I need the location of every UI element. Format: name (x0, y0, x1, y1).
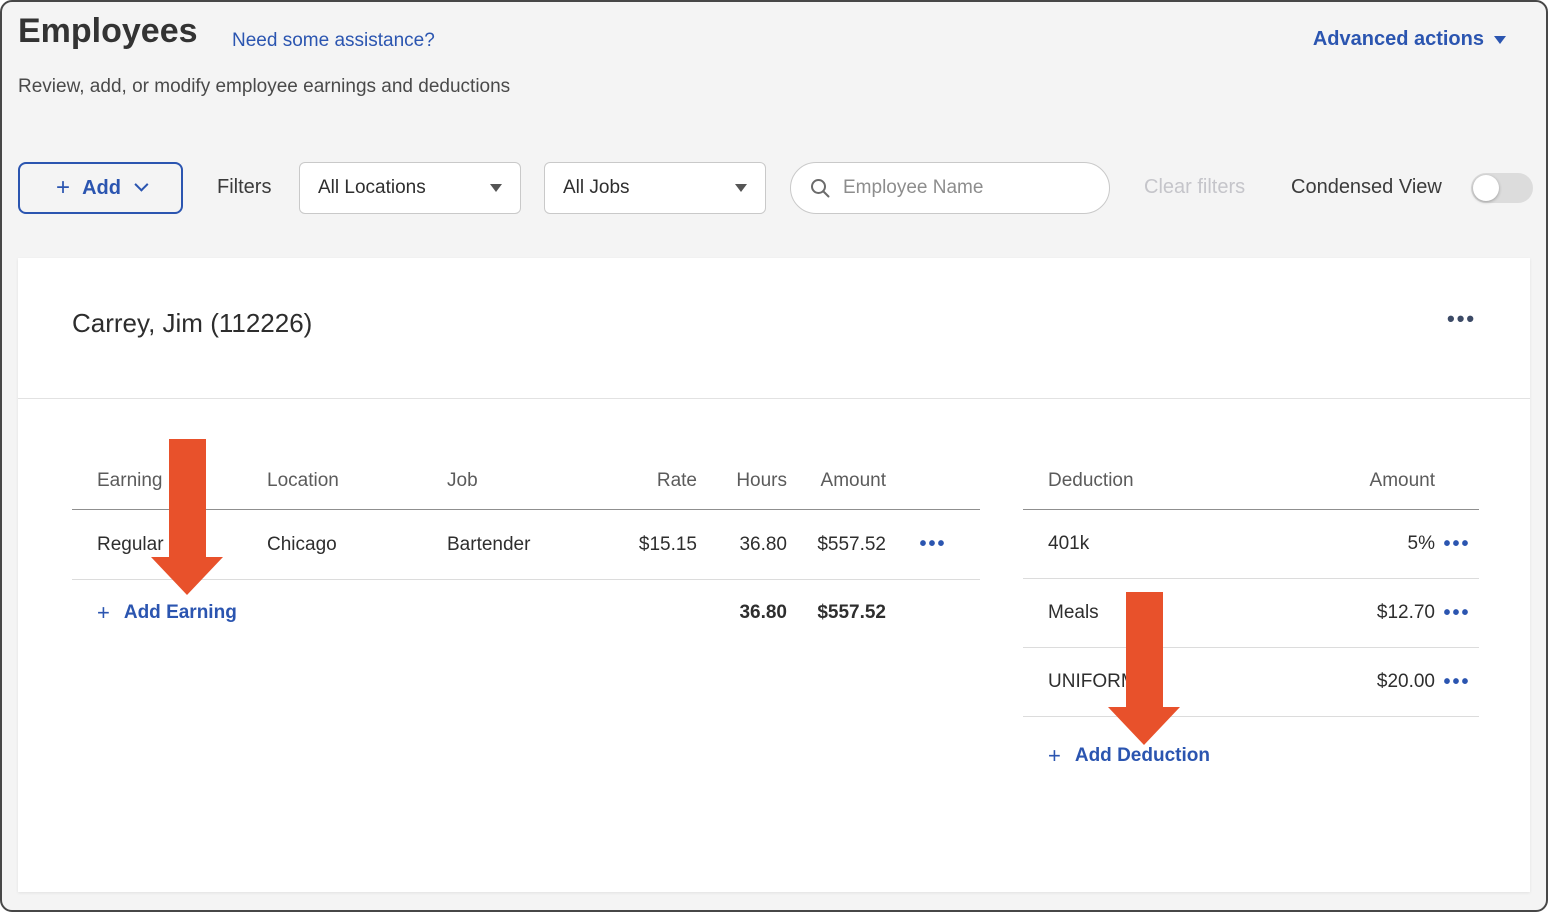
deductions-header-amount: Amount (1293, 470, 1435, 492)
jobs-dropdown[interactable]: All Jobs (544, 162, 766, 214)
plus-icon: + (56, 176, 70, 200)
chevron-down-icon (1494, 36, 1506, 44)
deductions-header-name: Deduction (1023, 470, 1293, 492)
deduction-amount: $12.70 (1293, 602, 1435, 624)
add-deduction-label: Add Deduction (1075, 745, 1210, 767)
page-title: Employees (18, 12, 198, 51)
chevron-down-icon (134, 178, 148, 192)
deductions-header-row: Deduction Amount (1023, 452, 1479, 510)
add-button-label: Add (82, 177, 121, 200)
arrow-stem (1126, 592, 1163, 707)
search-icon (809, 177, 831, 199)
toggle-knob (1473, 175, 1499, 201)
arrow-head (1108, 707, 1180, 745)
earnings-header-rate: Rate (607, 470, 697, 492)
deduction-more-options-icon[interactable]: ••• (1435, 671, 1479, 694)
add-earning-label: Add Earning (124, 602, 237, 624)
annotation-arrow-add-earning (151, 439, 223, 595)
earnings-header-location: Location (267, 470, 447, 492)
clear-filters-button[interactable]: Clear filters (1144, 176, 1245, 199)
employee-search[interactable] (790, 162, 1110, 214)
locations-dropdown[interactable]: All Locations (299, 162, 521, 214)
deduction-amount: $20.00 (1293, 671, 1435, 693)
deduction-row: 401k 5% ••• (1023, 510, 1479, 579)
app-window: Employees Need some assistance? Advanced… (0, 0, 1548, 912)
earnings-total-amount: $557.52 (787, 602, 886, 624)
advanced-actions-label: Advanced actions (1313, 28, 1484, 51)
assistance-link[interactable]: Need some assistance? (232, 30, 435, 52)
earning-amount: $557.52 (787, 534, 886, 556)
card-divider (18, 398, 1530, 399)
deduction-row: UNIFORM $20.00 ••• (1023, 648, 1479, 717)
earning-more-options-icon[interactable]: ••• (886, 533, 980, 556)
locations-dropdown-value: All Locations (318, 177, 426, 199)
deduction-name: 401k (1023, 533, 1293, 555)
advanced-actions-button[interactable]: Advanced actions (1313, 28, 1506, 51)
earnings-header-hours: Hours (697, 470, 787, 492)
annotation-arrow-add-deduction (1108, 592, 1180, 745)
chevron-down-icon (490, 184, 502, 192)
deductions-footer-row: + Add Deduction (1023, 717, 1479, 795)
deduction-amount: 5% (1293, 533, 1435, 555)
deductions-table: Deduction Amount 401k 5% ••• Meals $12.7… (1023, 452, 1479, 795)
add-deduction-link[interactable]: + Add Deduction (1048, 743, 1479, 769)
earning-job: Bartender (447, 534, 607, 556)
deduction-more-options-icon[interactable]: ••• (1435, 533, 1479, 556)
plus-icon: + (97, 600, 110, 626)
earning-hours: 36.80 (697, 534, 787, 556)
filters-label: Filters (217, 176, 271, 199)
arrow-head (151, 557, 223, 595)
deduction-row: Meals $12.70 ••• (1023, 579, 1479, 648)
employee-name: Carrey, Jim (112226) (72, 308, 312, 339)
condensed-view-label: Condensed View (1291, 176, 1442, 199)
earnings-total-hours: 36.80 (697, 602, 787, 624)
page-subtitle: Review, add, or modify employee earnings… (18, 76, 510, 98)
condensed-view-toggle[interactable] (1471, 173, 1533, 203)
plus-icon: + (1048, 743, 1061, 769)
deduction-more-options-icon[interactable]: ••• (1435, 602, 1479, 625)
jobs-dropdown-value: All Jobs (563, 177, 630, 199)
chevron-down-icon (735, 184, 747, 192)
add-button[interactable]: + Add (18, 162, 183, 214)
earnings-header-job: Job (447, 470, 607, 492)
earnings-header-amount: Amount (787, 470, 886, 492)
employee-more-options-icon[interactable]: ••• (1447, 306, 1476, 332)
arrow-stem (169, 439, 206, 557)
add-earning-link[interactable]: + Add Earning (97, 600, 697, 626)
earning-location: Chicago (267, 534, 447, 556)
earning-rate: $15.15 (607, 534, 697, 556)
employee-search-input[interactable] (843, 177, 1091, 199)
